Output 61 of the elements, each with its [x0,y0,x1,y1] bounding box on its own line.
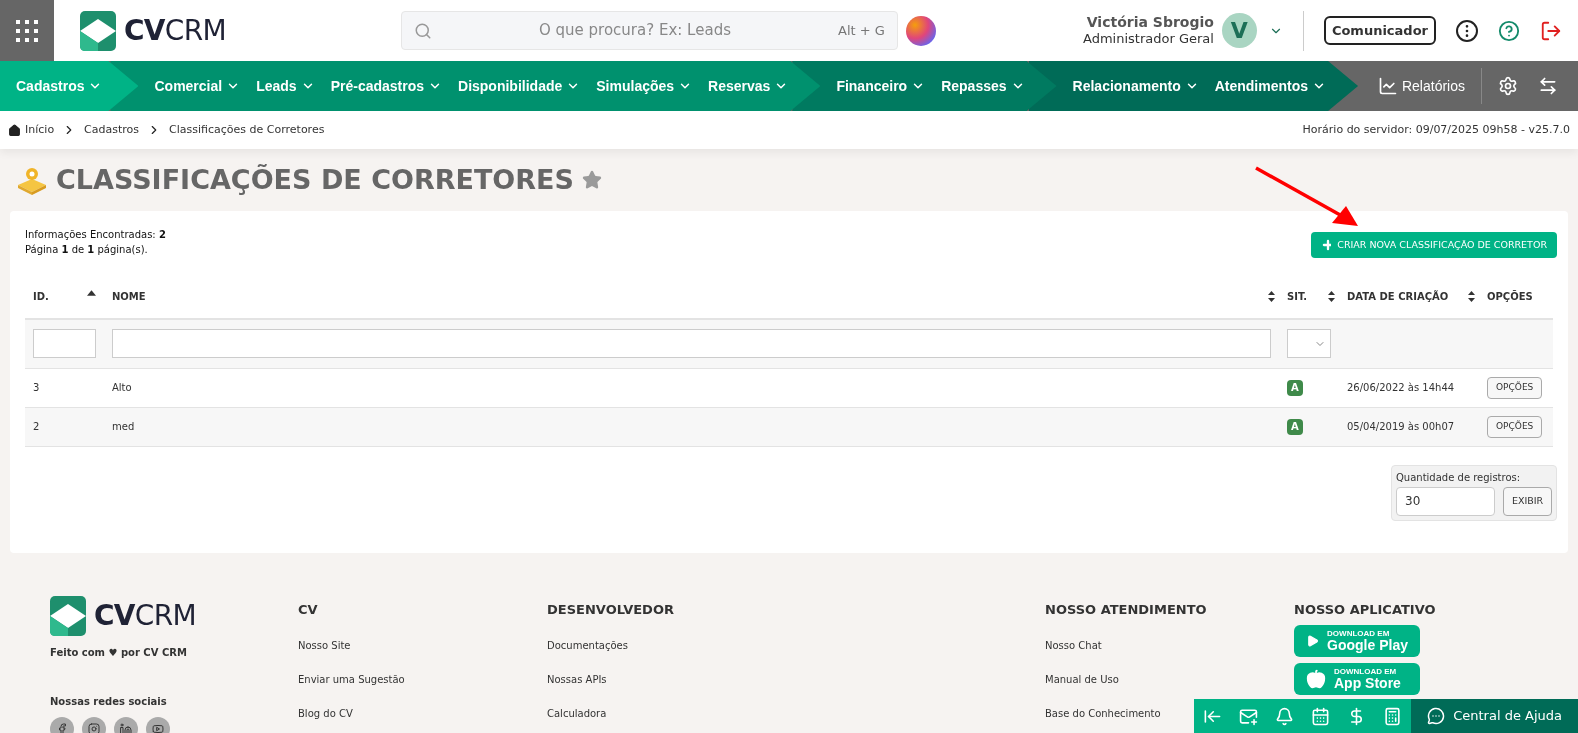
options-button[interactable]: OPÇÕES [1487,415,1543,438]
nav-menu-item[interactable]: Relacionamento [1072,75,1199,97]
summary-text: Informações Encontradas: 2 [25,228,166,242]
footer-column-title: NOSSO ATENDIMENTO [1045,600,1208,619]
show-button[interactable]: EXIBIR [1503,486,1552,516]
status-badge: A [1287,379,1303,396]
nav-menu-item[interactable]: Reservas [708,75,789,97]
footer-link[interactable]: Blog do CV [298,707,353,721]
nav-menu-item[interactable]: Comercial [154,75,241,97]
search-input[interactable]: O que procura? Ex: Leads [431,19,839,42]
breadcrumb-item: Classificações de Corretores [169,121,325,138]
footer-link[interactable]: Documentações [547,639,628,653]
table-cell: 26/06/2022 às 14h44 [1347,382,1455,393]
logo-text: CVCRM [124,12,226,49]
footer-link[interactable]: Calculadora [547,707,607,721]
shortcut-hint: Alt + G [838,21,885,40]
footer-link[interactable]: Nosso Chat [1045,639,1102,653]
user-name: Victória Sbrogio [1085,13,1214,32]
footer-link[interactable]: Nosso Site [298,639,351,653]
column-header: OPÇÕES [1487,290,1533,302]
reports-link[interactable]: Relatórios [1401,75,1465,97]
nav-menu-item[interactable]: Financeiro [836,75,926,97]
breadcrumb-item[interactable]: Cadastros [84,121,140,139]
summary-text: Página 1 de 1 página(s). [25,243,149,257]
column-header[interactable]: ID. [33,288,49,304]
communicator-button[interactable]: Comunicador [1323,16,1436,45]
nav-menu-item[interactable]: Atendimentos [1214,75,1327,97]
status-badge: A [1287,418,1303,435]
made-with-love-text: Feito com ♥ por CV CRM [50,645,188,660]
user-avatar[interactable]: V [1221,13,1257,48]
nav-menu-item[interactable]: Simulações [596,75,693,97]
nav-menu-item[interactable]: Disponibilidade [458,75,581,97]
column-header[interactable]: DATA DE CRIAÇÃO [1347,288,1449,304]
help-center-button[interactable]: Central de Ajuda [1453,699,1578,733]
nav-menu-item[interactable]: Pré-cadastros [330,75,443,97]
social-title: Nossas redes sociais [50,694,168,709]
logo-text: CVCRM [94,597,196,634]
nav-menu-item[interactable]: Repasses [941,75,1025,97]
footer-column-title: CV [298,600,319,619]
footer-link[interactable]: Base do Conhecimento [1045,707,1161,721]
footer-column-title: NOSSO APLICATIVO [1294,600,1436,619]
options-button[interactable]: OPÇÕES [1487,376,1543,399]
search-field[interactable]: O que procura? Ex: Leads Alt + G [400,11,898,50]
server-time: Horário do servidor: 09/07/2025 09h58 - v25.7.0 [1302,121,1570,138]
footer-link[interactable]: Enviar uma Sugestão [298,673,405,687]
footer-link[interactable]: Manual de Uso [1045,673,1119,687]
table-cell: med [112,421,135,432]
column-header[interactable]: NOME [112,288,146,304]
page-size-field[interactable]: 30 [1396,486,1495,516]
table-cell: 2 [33,421,40,432]
footer-column-title: DESENVOLVEDOR [547,600,675,619]
footer-link[interactable]: Nossas APIs [547,673,607,687]
breadcrumb-item[interactable]: Início [25,121,55,139]
page-title: CLASSIFICAÇÕES DE CORRETORES [56,162,574,197]
table-cell: 05/04/2019 às 00h07 [1347,421,1455,432]
table-cell: 3 [33,382,40,393]
page-size-label: Quantidade de registros: [1396,470,1522,485]
table-cell: Alto [112,382,132,393]
column-header[interactable]: SIT. [1287,288,1308,304]
nav-menu-item[interactable]: Leads [256,75,315,97]
user-role: Administrador Geral [1082,31,1214,48]
